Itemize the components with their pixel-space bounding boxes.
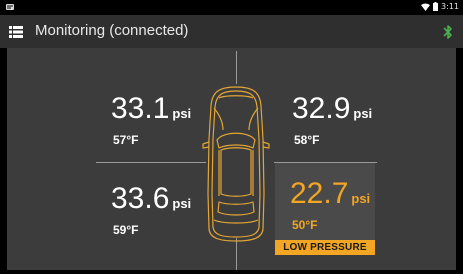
bluetooth-icon[interactable] [443, 24, 453, 40]
tire-front-right[interactable]: 32.9 psi 58°F [292, 92, 373, 148]
battery-icon [433, 2, 439, 11]
monitoring-panel: 33.1 psi 57°F 32.9 psi 58°F 33.6 psi 59°F 2… [7, 48, 456, 270]
tire-temperature: 57°F [113, 133, 139, 147]
menu-icon[interactable] [9, 25, 23, 39]
tire-front-left[interactable]: 33.1 psi 57°F [111, 92, 192, 148]
tire-temperature: 50°F [292, 218, 318, 232]
notification-icon [6, 4, 14, 10]
app-bar: Monitoring (connected) [0, 15, 463, 48]
tire-pressure-value: 32.9 [292, 92, 351, 125]
status-bar: 3:11 [0, 0, 463, 15]
page-title: Monitoring (connected) [35, 22, 189, 39]
tire-pressure-unit: psi [351, 191, 371, 206]
tire-pressure-unit: psi [353, 106, 373, 121]
divider [96, 162, 206, 163]
tire-temperature: 59°F [113, 223, 139, 237]
divider [236, 51, 237, 84]
status-time: 3:11 [441, 2, 459, 11]
car-top-view-icon [202, 86, 270, 242]
tire-rear-right[interactable]: 22.7 psi 50°F [290, 177, 371, 233]
tire-pressure-value: 33.1 [111, 92, 170, 125]
low-pressure-badge: LOW PRESSURE [275, 240, 375, 255]
tire-pressure-value: 22.7 [290, 177, 349, 210]
tire-pressure-value: 33.6 [111, 182, 170, 215]
tire-pressure-unit: psi [172, 196, 192, 211]
tire-rear-left[interactable]: 33.6 psi 59°F [111, 182, 192, 238]
tire-temperature: 58°F [294, 133, 320, 147]
tire-pressure-unit: psi [172, 106, 192, 121]
wifi-icon [421, 3, 431, 11]
